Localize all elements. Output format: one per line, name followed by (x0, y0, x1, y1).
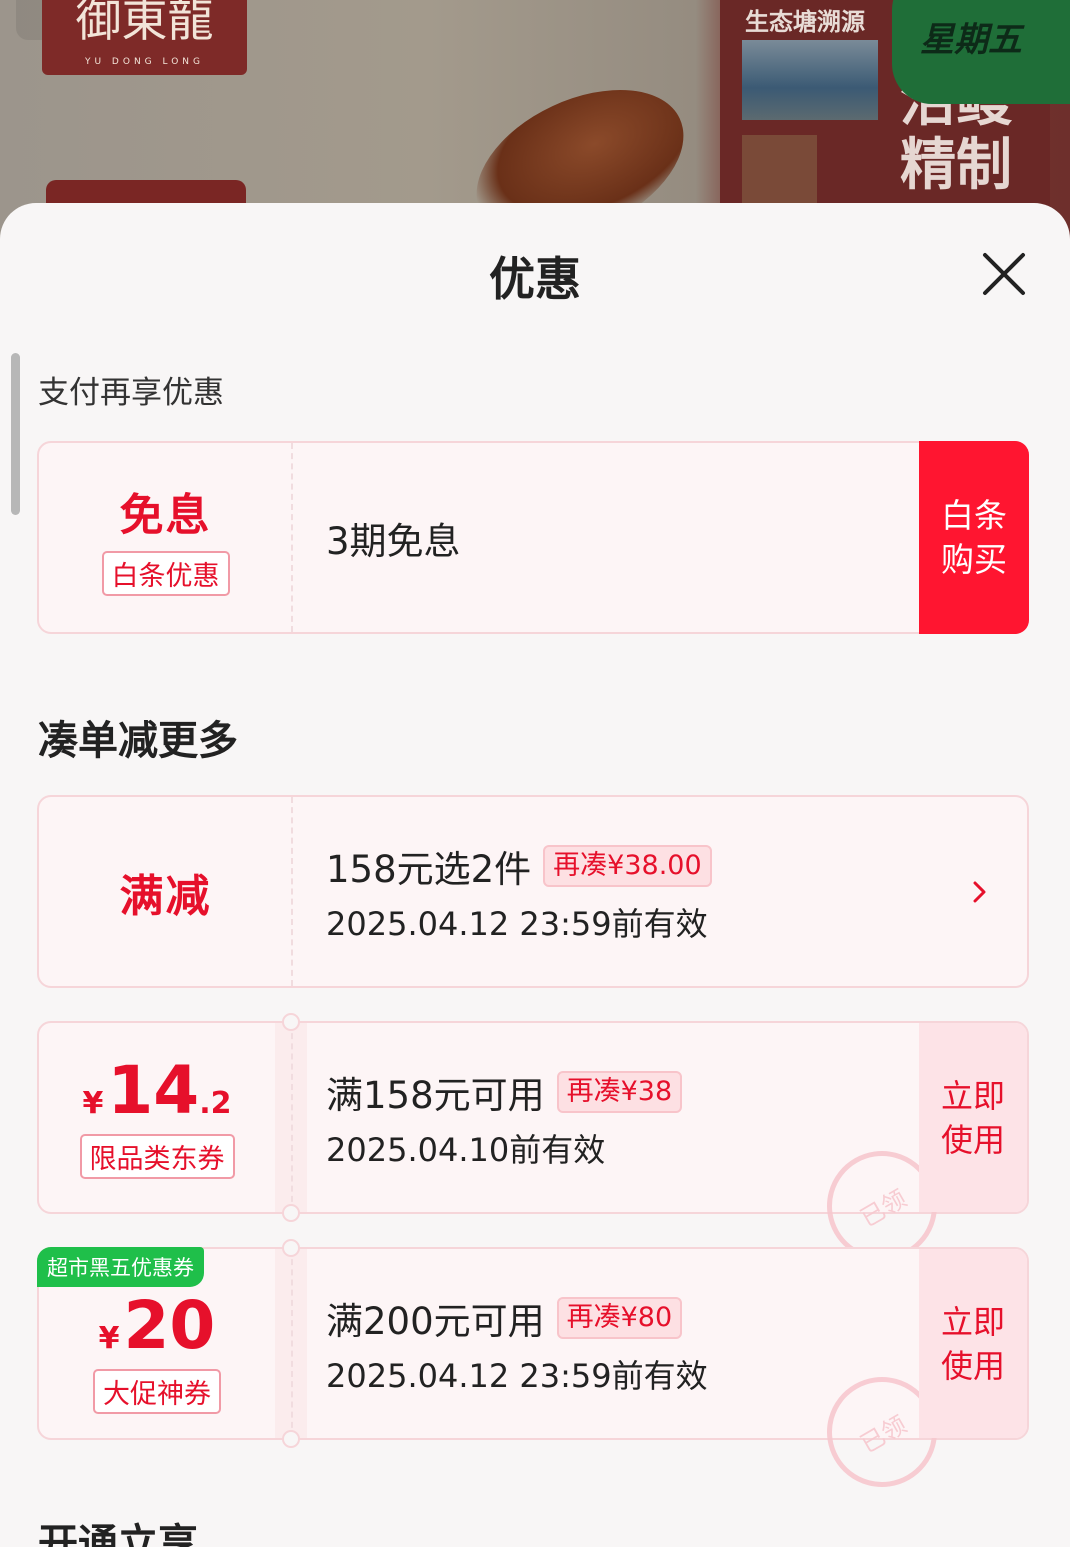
installment-tag: 白条优惠 (101, 551, 230, 596)
coupon-date: 2025.04.12 23:59前有效 (326, 1356, 708, 1395)
pay-section-label: 支付再享优惠 (38, 375, 224, 411)
coupon-tag: 限品类东券 (79, 1134, 235, 1179)
installment-card-body: 3期免息 (326, 443, 461, 632)
black-friday-badge: 星期五 (892, 0, 1070, 104)
promo-title: 158元选2件 (326, 847, 532, 891)
coupon-amount-int: 20 (123, 1287, 216, 1364)
use-now-label: 立即 使用 (940, 1076, 1005, 1159)
coupon-title-line: 满158元可用 再凑¥38 (326, 1065, 683, 1119)
sheet-title: 优惠 (489, 252, 581, 306)
coupon-title: 满158元可用 (326, 1073, 545, 1117)
coupon-notch-top (282, 1013, 300, 1031)
coupon-yen: ¥ (98, 1321, 120, 1356)
promo-date: 2025.04.12 23:59前有效 (326, 904, 708, 943)
promo-title-line: 158元选2件 再凑¥38.00 (326, 839, 712, 893)
promo-headline: 满减 (119, 870, 212, 922)
promo-card-left: 满减 (39, 797, 292, 986)
promo-card-body: 158元选2件 再凑¥38.00 2025.04.12 23:59前有效 (326, 797, 712, 986)
installment-card: 免息 白条优惠 3期免息 白条 购买 (37, 441, 1029, 634)
brand-logo-text: 御東龍 (75, 0, 214, 47)
coupon-amount-dec: .2 (199, 1086, 232, 1121)
coupon-yen: ¥ (82, 1086, 104, 1121)
installment-card-left: 免息 白条优惠 (39, 443, 292, 632)
coupon-date: 2025.04.10前有效 (326, 1130, 606, 1169)
panel-text: 生态塘溯源 (745, 8, 865, 36)
coupon-notch-bottom (282, 1204, 300, 1222)
coupon-amount: ¥ 14 .2 (82, 1056, 231, 1126)
coupon-body: 满200元可用 再凑¥80 2025.04.12 23:59前有效 (326, 1249, 708, 1438)
coupon-notch-bottom (282, 1430, 300, 1448)
baitiao-buy-label: 白条 购买 (941, 495, 1007, 579)
coupon-amount: ¥ 20 (99, 1291, 216, 1361)
card-divider (291, 443, 293, 632)
installment-text: 3期免息 (326, 519, 461, 563)
chevron-right-icon[interactable] (969, 875, 991, 909)
coupon-divider (291, 1249, 293, 1438)
coupon-notch-top (282, 1239, 300, 1257)
more-section-heading: 凑单减更多 (38, 718, 238, 764)
baitiao-buy-button[interactable]: 白条 购买 (919, 441, 1029, 634)
promo-pill: 再凑¥38.00 (543, 844, 712, 887)
installment-headline: 免息 (119, 490, 212, 541)
coupon-body: 满158元可用 再凑¥38 2025.04.10前有效 (326, 1023, 683, 1212)
brand-logo: 御東龍 YU DONG LONG (42, 0, 247, 75)
coupon-card: ¥ 14 .2 限品类东券 满158元可用 再凑¥38 2025.04.10前有… (37, 1013, 1029, 1282)
black-friday-coupon-badge: 超市黑五优惠券 (37, 1247, 204, 1287)
use-now-button[interactable]: 立即 使用 (919, 1249, 1027, 1438)
coupon-left: ¥ 14 .2 限品类东券 (39, 1023, 275, 1212)
coupon-amount-int: 14 (107, 1052, 200, 1129)
promo-card[interactable]: 满减 158元选2件 再凑¥38.00 2025.04.12 23:59前有效 (37, 795, 1029, 988)
coupon-tag: 大促神券 (93, 1369, 221, 1414)
brand-logo-subtext: YU DONG LONG (84, 57, 204, 67)
coupon-card: ¥ 20 大促神券 超市黑五优惠券 满200元可用 再凑¥80 2025.04.… (37, 1239, 1029, 1508)
coupon-title: 满200元可用 (326, 1299, 545, 1343)
close-icon[interactable] (975, 245, 1033, 303)
use-now-button[interactable]: 立即 使用 (919, 1023, 1027, 1212)
pond-photo (742, 40, 878, 120)
card-divider (291, 797, 293, 986)
coupon-pill: 再凑¥80 (556, 1296, 683, 1339)
coupon-title-line: 满200元可用 再凑¥80 (326, 1291, 708, 1345)
scrollbar[interactable] (11, 353, 20, 515)
use-now-label: 立即 使用 (940, 1302, 1005, 1385)
next-section-heading: 开通立享 (38, 1521, 198, 1547)
discount-sheet: 优惠 支付再享优惠 免息 白条优惠 3期免息 白条 购买 凑单减更多 满减 15… (0, 203, 1070, 1547)
coupon-pill: 再凑¥38 (556, 1070, 683, 1113)
coupon-divider (291, 1023, 293, 1212)
